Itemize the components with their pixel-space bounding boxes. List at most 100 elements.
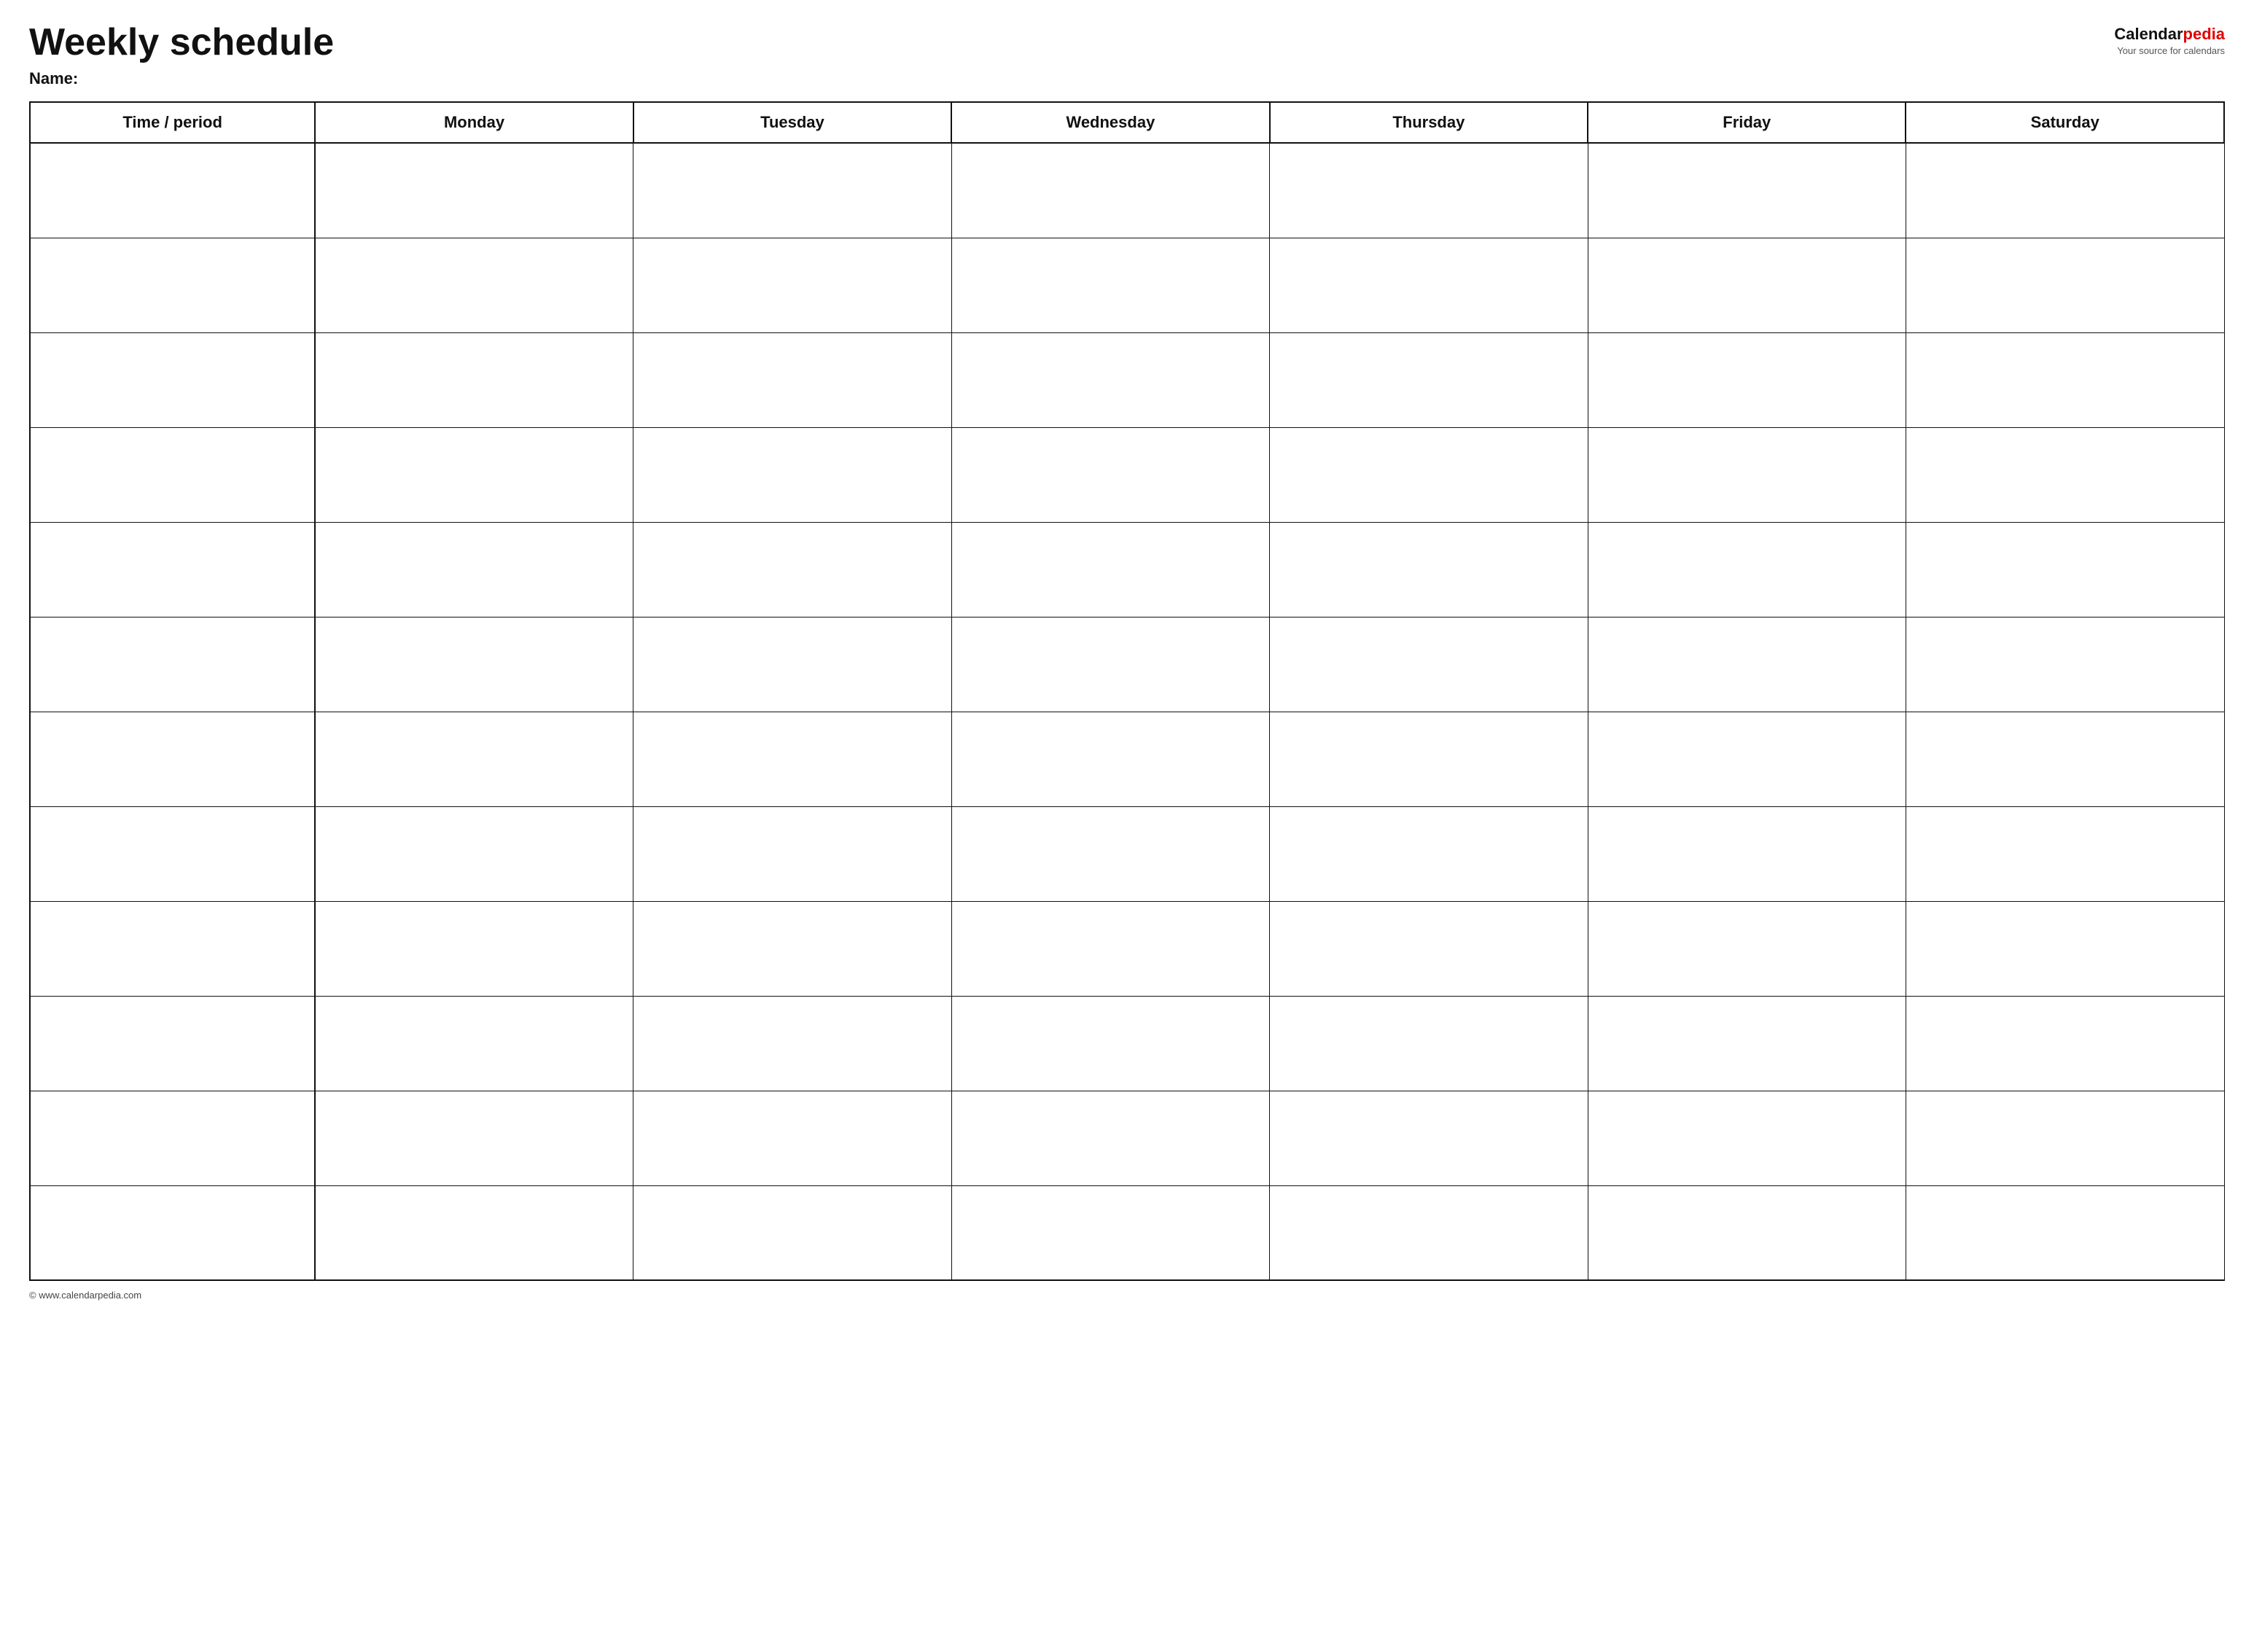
logo-text: Calendarpedia — [2114, 25, 2225, 44]
schedule-cell[interactable] — [1588, 427, 1906, 522]
schedule-cell[interactable] — [1906, 1091, 2224, 1185]
schedule-cell[interactable] — [1906, 332, 2224, 427]
col-tuesday: Tuesday — [633, 102, 951, 143]
schedule-cell[interactable] — [951, 617, 1269, 712]
schedule-cell[interactable] — [315, 522, 633, 617]
title-section: Weekly schedule Name: — [29, 22, 334, 88]
time-cell[interactable] — [30, 712, 315, 806]
schedule-cell[interactable] — [633, 806, 951, 901]
col-friday: Friday — [1588, 102, 1906, 143]
col-thursday: Thursday — [1270, 102, 1588, 143]
schedule-cell[interactable] — [633, 996, 951, 1091]
schedule-cell[interactable] — [633, 143, 951, 238]
schedule-cell[interactable] — [315, 143, 633, 238]
time-cell[interactable] — [30, 1091, 315, 1185]
schedule-cell[interactable] — [633, 617, 951, 712]
table-row — [30, 1091, 2224, 1185]
schedule-cell[interactable] — [633, 238, 951, 332]
schedule-cell[interactable] — [951, 238, 1269, 332]
schedule-cell[interactable] — [1906, 522, 2224, 617]
schedule-cell[interactable] — [951, 522, 1269, 617]
name-label: Name: — [29, 69, 334, 88]
logo-pedia-part: pedia — [2183, 25, 2225, 43]
schedule-cell[interactable] — [315, 712, 633, 806]
schedule-cell[interactable] — [1588, 522, 1906, 617]
schedule-cell[interactable] — [951, 1091, 1269, 1185]
schedule-cell[interactable] — [1270, 617, 1588, 712]
schedule-cell[interactable] — [1270, 996, 1588, 1091]
schedule-body — [30, 143, 2224, 1280]
schedule-cell[interactable] — [951, 996, 1269, 1091]
time-cell[interactable] — [30, 901, 315, 996]
table-row — [30, 427, 2224, 522]
time-cell[interactable] — [30, 806, 315, 901]
schedule-cell[interactable] — [315, 1091, 633, 1185]
time-cell[interactable] — [30, 238, 315, 332]
schedule-cell[interactable] — [633, 332, 951, 427]
schedule-cell[interactable] — [1588, 901, 1906, 996]
time-cell[interactable] — [30, 522, 315, 617]
schedule-cell[interactable] — [315, 806, 633, 901]
table-header: Time / period Monday Tuesday Wednesday T… — [30, 102, 2224, 143]
schedule-cell[interactable] — [1906, 712, 2224, 806]
schedule-cell[interactable] — [633, 1185, 951, 1280]
schedule-cell[interactable] — [1270, 427, 1588, 522]
schedule-cell[interactable] — [951, 427, 1269, 522]
schedule-cell[interactable] — [1270, 1091, 1588, 1185]
schedule-cell[interactable] — [1270, 522, 1588, 617]
schedule-cell[interactable] — [1906, 901, 2224, 996]
schedule-cell[interactable] — [1906, 427, 2224, 522]
schedule-cell[interactable] — [315, 617, 633, 712]
schedule-cell[interactable] — [633, 427, 951, 522]
schedule-cell[interactable] — [1588, 143, 1906, 238]
schedule-cell[interactable] — [315, 332, 633, 427]
schedule-cell[interactable] — [1588, 1185, 1906, 1280]
schedule-cell[interactable] — [951, 1185, 1269, 1280]
schedule-cell[interactable] — [315, 901, 633, 996]
schedule-cell[interactable] — [315, 238, 633, 332]
time-cell[interactable] — [30, 1185, 315, 1280]
schedule-cell[interactable] — [951, 712, 1269, 806]
schedule-cell[interactable] — [1270, 143, 1588, 238]
schedule-cell[interactable] — [315, 996, 633, 1091]
schedule-cell[interactable] — [1906, 806, 2224, 901]
schedule-cell[interactable] — [1588, 617, 1906, 712]
col-saturday: Saturday — [1906, 102, 2224, 143]
schedule-cell[interactable] — [1906, 143, 2224, 238]
schedule-cell[interactable] — [1588, 806, 1906, 901]
logo-section: Calendarpedia Your source for calendars — [2114, 25, 2225, 56]
schedule-cell[interactable] — [1588, 996, 1906, 1091]
schedule-cell[interactable] — [633, 1091, 951, 1185]
schedule-cell[interactable] — [1588, 332, 1906, 427]
schedule-cell[interactable] — [315, 1185, 633, 1280]
schedule-cell[interactable] — [1588, 238, 1906, 332]
schedule-cell[interactable] — [951, 806, 1269, 901]
schedule-cell[interactable] — [1270, 238, 1588, 332]
schedule-cell[interactable] — [633, 901, 951, 996]
time-cell[interactable] — [30, 143, 315, 238]
table-row — [30, 617, 2224, 712]
schedule-cell[interactable] — [951, 901, 1269, 996]
schedule-cell[interactable] — [315, 427, 633, 522]
schedule-cell[interactable] — [1906, 996, 2224, 1091]
time-cell[interactable] — [30, 617, 315, 712]
schedule-cell[interactable] — [1270, 806, 1588, 901]
schedule-cell[interactable] — [633, 712, 951, 806]
schedule-cell[interactable] — [1588, 712, 1906, 806]
schedule-cell[interactable] — [1270, 712, 1588, 806]
schedule-cell[interactable] — [1588, 1091, 1906, 1185]
schedule-cell[interactable] — [1270, 901, 1588, 996]
schedule-cell[interactable] — [1270, 332, 1588, 427]
schedule-cell[interactable] — [633, 522, 951, 617]
time-cell[interactable] — [30, 332, 315, 427]
page-title: Weekly schedule — [29, 22, 334, 63]
table-row — [30, 143, 2224, 238]
schedule-cell[interactable] — [1906, 238, 2224, 332]
schedule-cell[interactable] — [1906, 1185, 2224, 1280]
time-cell[interactable] — [30, 427, 315, 522]
schedule-cell[interactable] — [951, 332, 1269, 427]
time-cell[interactable] — [30, 996, 315, 1091]
schedule-cell[interactable] — [1270, 1185, 1588, 1280]
schedule-cell[interactable] — [1906, 617, 2224, 712]
schedule-cell[interactable] — [951, 143, 1269, 238]
